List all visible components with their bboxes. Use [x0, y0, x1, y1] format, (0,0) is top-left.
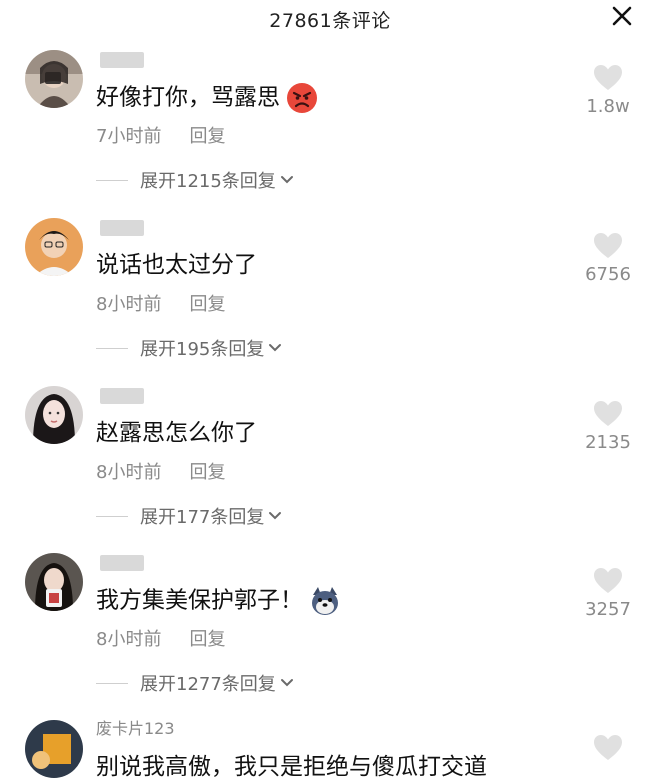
username[interactable]: 废卡片123 [96, 718, 175, 740]
close-icon [612, 6, 632, 26]
like-button[interactable]: 3257 [578, 567, 638, 620]
avatar[interactable] [25, 386, 83, 444]
comment-meta: 8小时前 回复 [96, 290, 225, 316]
comment-meta: 8小时前 回复 [96, 458, 225, 484]
close-button[interactable] [608, 2, 636, 30]
like-button[interactable]: 6756 [578, 232, 638, 285]
comment-text: 好像打你，骂露思 [96, 82, 318, 114]
like-count: 1.8w [586, 96, 630, 117]
chevron-down-icon [280, 679, 293, 687]
comment-text: 赵露思怎么你了 [96, 420, 257, 446]
comment-time: 7小时前 [96, 126, 162, 147]
like-button[interactable]: 1.8w [578, 64, 638, 117]
doge-emoji [312, 587, 338, 615]
comment-time: 8小时前 [96, 294, 162, 315]
heart-icon [594, 401, 622, 426]
expand-replies-button[interactable]: 展开195条回复 [96, 335, 284, 361]
comment-count-title: 27861条评论 [269, 10, 391, 32]
comments-header: 27861条评论 [0, 0, 660, 36]
chevron-down-icon [269, 512, 282, 520]
like-button[interactable]: 2135 [578, 400, 638, 453]
expand-replies-label: 展开1215条回复 [140, 171, 276, 192]
expand-replies-button[interactable]: 展开177条回复 [96, 503, 284, 529]
comment-time: 8小时前 [96, 629, 162, 650]
reply-button[interactable]: 回复 [189, 462, 225, 483]
comment-text: 别说我高傲，我只是拒绝与傻瓜打交道 [96, 754, 487, 780]
comment-meta: 8小时前 回复 [96, 625, 225, 651]
username[interactable] [96, 216, 148, 238]
like-button[interactable] [578, 734, 638, 762]
reply-button[interactable]: 回复 [189, 126, 225, 147]
like-count: 3257 [585, 599, 631, 620]
avatar[interactable] [25, 218, 83, 276]
heart-icon [594, 233, 622, 258]
heart-icon [594, 735, 622, 760]
expand-replies-label: 展开1277条回复 [140, 674, 276, 695]
expand-replies-button[interactable]: 展开1277条回复 [96, 670, 296, 696]
chevron-down-icon [280, 176, 293, 184]
comment-time: 8小时前 [96, 462, 162, 483]
comment-text: 我方集美保护郭子！ [96, 585, 341, 617]
heart-icon [594, 65, 622, 90]
username[interactable] [96, 551, 148, 573]
reply-button[interactable]: 回复 [189, 294, 225, 315]
username[interactable] [96, 48, 148, 70]
angry-face-emoji [287, 83, 317, 113]
expand-replies-label: 展开195条回复 [140, 339, 265, 360]
avatar[interactable] [25, 720, 83, 778]
like-count: 6756 [585, 264, 631, 285]
heart-icon [594, 568, 622, 593]
avatar[interactable] [25, 50, 83, 108]
username[interactable] [96, 384, 148, 406]
reply-button[interactable]: 回复 [189, 629, 225, 650]
chevron-down-icon [269, 344, 282, 352]
expand-replies-label: 展开177条回复 [140, 507, 265, 528]
comment-meta: 7小时前 回复 [96, 122, 225, 148]
avatar[interactable] [25, 553, 83, 611]
comment-text: 说话也太过分了 [96, 252, 257, 278]
like-count: 2135 [585, 432, 631, 453]
expand-replies-button[interactable]: 展开1215条回复 [96, 167, 296, 193]
